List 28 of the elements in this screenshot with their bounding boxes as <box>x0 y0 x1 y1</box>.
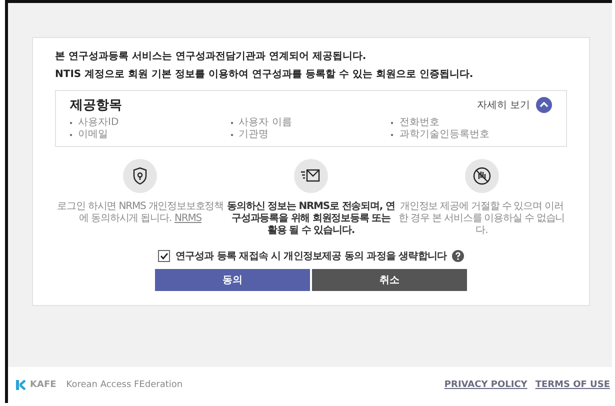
details-toggle-label[interactable]: 자세히 보기 <box>476 98 530 112</box>
logo-text: KAFE <box>30 380 56 390</box>
shield-icon <box>123 159 158 193</box>
checkbox-label: 연구성과 등록 재접속 시 개인정보제공 동의 과정을 생략합니다 <box>175 250 447 263</box>
provision-item: 이메일 <box>78 129 108 141</box>
footer-link[interactable]: PRIVACY POLICY <box>444 380 528 390</box>
no-hand-icon <box>464 159 499 193</box>
panel-title: 제공항목 <box>70 97 122 114</box>
provision-item: 전화번호 <box>399 117 440 129</box>
intro-text: 본 연구성과등록 서비스는 연구성과전담기관과 연계되어 제공됩니다. <box>55 50 368 64</box>
notice-text: 동의하신 정보는 NRMS로 전송되며, 연구성과등록을 위해 회원정보등록 또는 활용 될 수 있습니다. <box>226 201 396 237</box>
cancel-button[interactable]: 취소 <box>312 269 467 291</box>
notice-text: 개인정보 제공에 거절할 수 있으며 이러한 경우 본 서비스를 이용하실 수 없습니다. <box>398 201 566 237</box>
agree-button[interactable]: 동의 <box>155 269 310 291</box>
skip-checkbox[interactable] <box>158 250 170 262</box>
chevron-icon[interactable] <box>536 97 552 113</box>
logo-icon <box>16 380 26 390</box>
provision-item: 과학기술인등록번호 <box>399 129 490 141</box>
notice-text: 로그인 하시면 NRMS 개인정보보호정책에 동의하시게 됩니다. NRMS <box>56 201 224 225</box>
provision-item: 사용자ID <box>78 117 119 129</box>
help-icon[interactable] <box>452 250 464 262</box>
intro-text: NTIS 계정으로 회원 기본 정보를 이용하여 연구성과를 등록할 수 있는 회원으로 인증됩니다. <box>55 68 474 82</box>
org-name: Korean Access FEderation <box>66 380 183 390</box>
nrms-link[interactable]: NRMS <box>174 213 202 224</box>
footer-link[interactable]: TERMS OF USE <box>535 380 610 390</box>
provision-item: 사용자 이름 <box>238 117 292 129</box>
envelope-icon <box>294 159 328 193</box>
provision-item: 기관명 <box>238 129 269 141</box>
